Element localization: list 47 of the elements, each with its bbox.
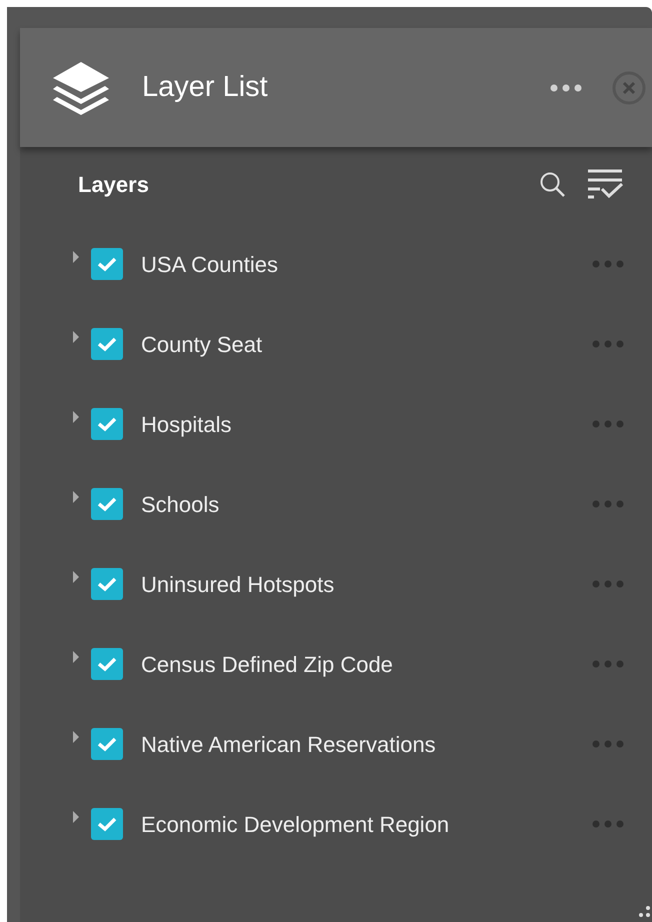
check-icon [97,416,117,432]
layer-name[interactable]: USA Counties [141,248,278,280]
layer-name[interactable]: County Seat [141,328,262,360]
caret-icon[interactable] [73,811,79,823]
check-icon [97,256,117,272]
check-icon [97,656,117,672]
window-title: Layer List [142,70,268,105]
layer-name[interactable]: Economic Development Region [141,808,450,840]
more-icon[interactable] [592,740,624,748]
more-icon[interactable] [592,260,624,268]
panel-title: Layers [78,170,149,199]
more-icon[interactable] [550,84,582,92]
more-icon[interactable] [592,420,624,428]
more-icon[interactable] [592,580,624,588]
more-icon[interactable] [592,500,624,508]
layer-name[interactable]: Uninsured Hotspots [141,568,334,600]
more-icon[interactable] [592,820,624,828]
check-icon [97,816,117,832]
checkbox[interactable] [91,488,123,520]
more-icon[interactable] [592,340,624,348]
caret-icon[interactable] [73,571,79,583]
caret-icon[interactable] [73,411,79,423]
caret-icon[interactable] [73,331,79,343]
check-icon [97,576,117,592]
filter-check-icon[interactable] [588,168,624,200]
more-icon[interactable] [592,660,624,668]
caret-icon[interactable] [73,491,79,503]
search-icon[interactable] [539,170,566,198]
checkbox[interactable] [91,248,123,280]
layer-name[interactable]: Census Defined Zip Code [141,648,393,680]
caret-icon[interactable] [73,251,79,263]
check-icon [97,736,117,752]
checkbox[interactable] [91,328,123,360]
checkbox[interactable] [91,728,123,760]
resize-grip-icon[interactable] [636,906,650,920]
checkbox[interactable] [91,808,123,840]
caret-icon[interactable] [73,731,79,743]
checkbox[interactable] [91,408,123,440]
caret-icon[interactable] [73,651,79,663]
close-icon[interactable] [612,70,646,104]
layer-name[interactable]: Hospitals [141,408,232,440]
check-icon [97,496,117,512]
checkbox[interactable] [91,648,123,680]
check-icon [97,336,117,352]
checkbox[interactable] [91,568,123,600]
layer-name[interactable]: Schools [141,488,220,520]
layer-name[interactable]: Native American Reservations [141,728,436,760]
